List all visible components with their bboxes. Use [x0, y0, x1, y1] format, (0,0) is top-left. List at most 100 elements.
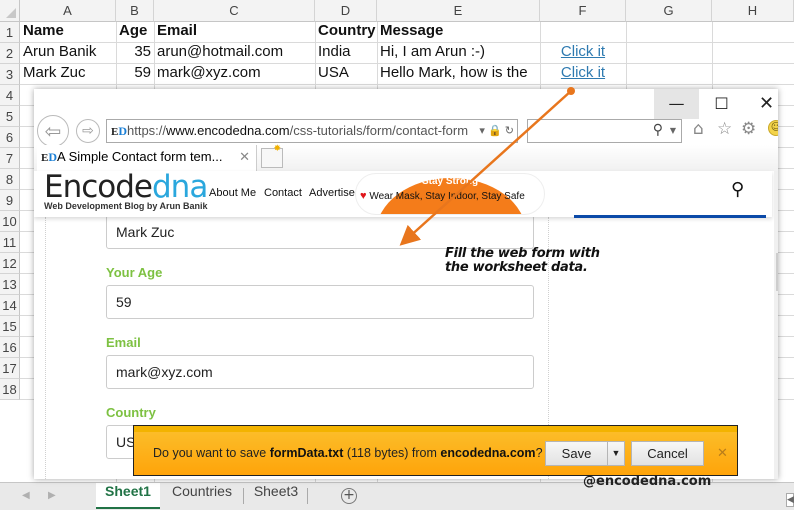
column-header-g[interactable]: G — [626, 0, 712, 22]
scrollbar-thumb[interactable] — [776, 253, 778, 291]
refresh-icon[interactable]: ↻ — [505, 125, 514, 137]
address-bar[interactable]: EDhttps://www.encodedna.com/css-tutorial… — [106, 119, 518, 143]
site-header: Encodedna Web Development Blog by Arun B… — [34, 171, 772, 217]
content-border — [45, 217, 46, 479]
browser-search-box[interactable]: ⚲ ▼ — [527, 119, 682, 143]
cell-d2[interactable]: India — [315, 43, 377, 64]
age-input[interactable]: 59 — [106, 285, 534, 319]
cell-f2-hyperlink[interactable]: Click it — [540, 43, 626, 64]
new-tab-button[interactable] — [261, 144, 283, 168]
save-button[interactable]: Save — [545, 441, 608, 466]
row-header-1[interactable]: 1 — [0, 22, 20, 43]
scroll-down-icon[interactable]: ⌄ — [774, 459, 778, 473]
download-message: Do you want to save formData.txt (118 by… — [153, 446, 543, 460]
browser-tab-strip: EDA Simple Contact form tem... ✕ — [34, 144, 778, 171]
row-header-10[interactable]: 10 — [0, 211, 20, 232]
address-dropdown-icon[interactable]: ▾ — [479, 125, 485, 137]
browser-tab-active[interactable]: EDA Simple Contact form tem... ✕ — [37, 145, 257, 171]
row-header-18[interactable]: 18 — [0, 379, 20, 400]
cell-e2[interactable]: Hi, I am Arun :-) — [377, 43, 540, 64]
row-header-7[interactable]: 7 — [0, 148, 20, 169]
cell-d1[interactable]: Country — [315, 22, 377, 43]
row-header-16[interactable]: 16 — [0, 337, 20, 358]
cell-d3[interactable]: USA — [315, 64, 377, 85]
site-search-icon[interactable]: ⚲ — [731, 179, 744, 200]
row-header-9[interactable]: 9 — [0, 190, 20, 211]
forward-button[interactable]: ⇨ — [76, 119, 100, 143]
row-header-8[interactable]: 8 — [0, 169, 20, 190]
row-header-15[interactable]: 15 — [0, 316, 20, 337]
forward-arrow-icon: ⇨ — [82, 123, 94, 139]
column-header-h[interactable]: H — [712, 0, 794, 22]
column-header-b[interactable]: B — [116, 0, 154, 22]
cell-b2[interactable]: 35 — [116, 43, 154, 64]
lock-icon[interactable]: 🔒 — [488, 125, 502, 137]
row-header-4[interactable]: 4 — [0, 85, 20, 106]
favorites-star-icon[interactable]: ☆ — [717, 119, 732, 139]
feedback-smiley-icon[interactable]: ☺ — [768, 120, 778, 136]
cell-e3[interactable]: Hello Mark, how is the — [377, 64, 540, 85]
column-header-d[interactable]: D — [315, 0, 377, 22]
column-header-f[interactable]: F — [540, 0, 626, 22]
cell-c2[interactable]: arun@hotmail.com — [154, 43, 315, 64]
url-host: www.encodedna.com — [166, 123, 290, 138]
row-header-5[interactable]: 5 — [0, 106, 20, 127]
settings-gear-icon[interactable]: ⚙ — [741, 119, 756, 139]
download-notification-bar: Do you want to save formData.txt (118 by… — [133, 425, 738, 476]
cell-a1[interactable]: Name — [20, 22, 116, 43]
row-header-12[interactable]: 12 — [0, 253, 20, 274]
cell-a3[interactable]: Mark Zuc — [20, 64, 116, 85]
row-header-14[interactable]: 14 — [0, 295, 20, 316]
tab-scroll-right-icon[interactable]: ▶ — [48, 490, 56, 501]
site-logo[interactable]: Encodedna — [44, 171, 208, 203]
cell-b3[interactable]: 59 — [116, 64, 154, 85]
maximize-button[interactable]: ☐ — [699, 89, 744, 119]
cell-a2[interactable]: Arun Banik — [20, 43, 116, 64]
column-header-c[interactable]: C — [154, 0, 315, 22]
sheet-tab-sheet3[interactable]: Sheet3 — [246, 483, 306, 509]
cell-c3[interactable]: mark@xyz.com — [154, 64, 315, 85]
cell-f3-hyperlink[interactable]: Click it — [540, 64, 626, 85]
row-header-17[interactable]: 17 — [0, 358, 20, 379]
close-tab-icon[interactable]: ✕ — [239, 145, 250, 169]
back-arrow-icon: ⇦ — [44, 119, 62, 143]
nav-about-me[interactable]: About Me — [209, 187, 256, 199]
search-dropdown-icon[interactable]: ▼ — [670, 126, 676, 135]
row-header-13[interactable]: 13 — [0, 274, 20, 295]
close-window-button[interactable]: ✕ — [744, 89, 778, 119]
row-header-2[interactable]: 2 — [0, 43, 20, 64]
name-input[interactable]: Mark Zuc — [106, 215, 534, 249]
sheet-tab-countries[interactable]: Countries — [162, 483, 242, 509]
search-icon[interactable]: ⚲ — [653, 122, 663, 138]
tab-scroll-left-icon[interactable]: ◀ — [22, 490, 30, 501]
column-header-a[interactable]: A — [20, 0, 116, 22]
sheet-tab-sheet1[interactable]: Sheet1 — [96, 483, 160, 509]
tab-title: A Simple Contact form tem... — [57, 149, 223, 164]
row-header-3[interactable]: 3 — [0, 64, 20, 85]
row-header-6[interactable]: 6 — [0, 127, 20, 148]
scroll-left-icon[interactable]: ◀ — [786, 493, 794, 507]
nav-advertise[interactable]: Advertise — [309, 187, 355, 199]
minimize-button[interactable]: — — [654, 89, 699, 119]
close-notification-icon[interactable]: ✕ — [717, 446, 728, 461]
cancel-button[interactable]: Cancel — [631, 441, 704, 466]
select-all-corner[interactable] — [0, 0, 20, 22]
column-header-e[interactable]: E — [377, 0, 540, 22]
nav-contact[interactable]: Contact — [264, 187, 302, 199]
url-scheme: https:// — [127, 123, 167, 138]
back-button[interactable]: ⇦ — [37, 115, 69, 147]
dropdown-arrow-icon: ▼ — [611, 448, 621, 458]
email-label: Email — [106, 335, 141, 350]
add-sheet-button[interactable]: + — [341, 488, 357, 504]
browser-window: — ☐ ✕ ⇦ ⇨ EDhttps://www.encodedna.com/cs… — [34, 89, 778, 479]
save-options-dropdown[interactable]: ▼ — [607, 441, 625, 466]
row-header-11[interactable]: 11 — [0, 232, 20, 253]
cell-e1[interactable]: Message — [377, 22, 540, 43]
email-input[interactable]: mark@xyz.com — [106, 355, 534, 389]
home-icon[interactable]: ⌂ — [693, 119, 704, 139]
page-scrollbar[interactable]: ⌃ ⌄ — [774, 171, 778, 479]
download-filename: formData.txt — [269, 446, 344, 460]
cell-c1[interactable]: Email — [154, 22, 315, 43]
scroll-up-icon[interactable]: ⌃ — [774, 175, 778, 189]
cell-b1[interactable]: Age — [116, 22, 154, 43]
